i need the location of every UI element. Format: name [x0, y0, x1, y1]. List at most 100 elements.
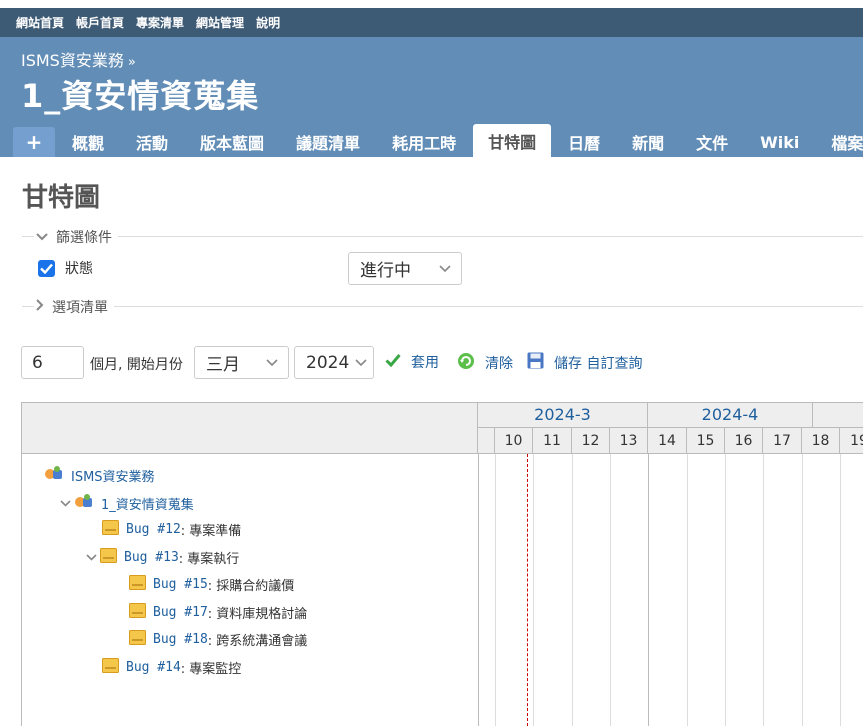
gantt-issue-item: Bug #13 : 專案執行	[84, 548, 239, 567]
tab-overview[interactable]: 概觀	[57, 127, 119, 157]
filters-divider	[22, 236, 863, 237]
issue-icon	[102, 658, 119, 677]
tab-calendar[interactable]: 日曆	[553, 127, 615, 157]
gantt-issue-subject: : 跨系統溝通會議	[207, 634, 308, 649]
gantt-grid-line	[840, 454, 841, 726]
gantt-issue-subject: : 專案執行	[178, 552, 240, 567]
gantt-issue-link[interactable]: Bug #17	[153, 605, 208, 620]
clear-button[interactable]: 清除	[457, 352, 513, 374]
top-menu-help[interactable]: 說明	[256, 14, 280, 31]
options-legend-label: 選項清單	[52, 300, 108, 316]
issue-icon	[102, 520, 119, 539]
tab-issues[interactable]: 議題清單	[281, 127, 375, 157]
gantt-issue-link[interactable]: Bug #18	[153, 632, 208, 647]
gantt-day-cell: 18	[802, 428, 840, 454]
reload-icon	[457, 352, 475, 374]
issue-icon	[129, 630, 146, 649]
gantt-day-cell: 10	[495, 428, 533, 454]
chevron-down-icon[interactable]	[58, 497, 72, 510]
gantt-project-link[interactable]: ISMS資安業務	[71, 466, 155, 485]
chevron-down-icon	[439, 262, 451, 276]
top-menu-my-page[interactable]: 帳戶首頁	[76, 14, 124, 31]
filters-legend[interactable]: 篩選條件	[34, 227, 118, 247]
gantt-grid-line	[533, 454, 534, 726]
gantt-divider	[478, 454, 479, 726]
chevron-right-icon	[36, 299, 44, 315]
tab-wiki[interactable]: Wiki	[745, 127, 814, 157]
gantt-grid-line	[572, 454, 573, 726]
tab-documents[interactable]: 文件	[681, 127, 743, 157]
gantt-grid-line	[495, 454, 496, 726]
tab-gantt[interactable]: 甘特圖	[473, 124, 552, 157]
gantt-day-cell: 16	[725, 428, 763, 454]
gantt-project-item: 1_資安情資蒐集	[58, 493, 194, 513]
top-menu-projects[interactable]: 專案清單	[136, 14, 184, 31]
gantt-issue-item: Bug #12 : 專案準備	[102, 520, 241, 539]
options-legend[interactable]: 選項清單	[34, 297, 114, 317]
gantt-issue-subject: : 專案監控	[180, 662, 242, 677]
months-input[interactable]: 6	[21, 346, 84, 379]
gantt-day-cell: 19	[850, 433, 863, 449]
gantt-issue-subject: : 資料庫規格討論	[207, 607, 308, 622]
tab-activity[interactable]: 活動	[121, 127, 183, 157]
tab-new-object[interactable]: +	[13, 127, 55, 157]
project-tabs: + 概觀 活動 版本藍圖 議題清單 耗用工時 甘特圖 日曆 新聞 文件 Wiki…	[13, 124, 863, 157]
gantt-grid-line	[802, 454, 803, 726]
start-year-select[interactable]: 2024	[294, 346, 374, 379]
start-month-select[interactable]: 三月	[194, 346, 289, 379]
start-year-value: 2024	[306, 352, 350, 373]
gantt-project-item: ISMS資安業務	[44, 465, 155, 485]
top-menu-home[interactable]: 網站首頁	[16, 14, 64, 31]
status-label: 狀態	[65, 261, 93, 277]
start-month-value: 三月	[206, 355, 240, 375]
tab-time-entries[interactable]: 耗用工時	[377, 127, 471, 157]
save-query-button[interactable]: 儲存 自訂查詢	[527, 352, 642, 373]
gantt-day-cell: 13	[610, 428, 648, 454]
gantt-today-line	[527, 454, 528, 726]
top-menu-administration[interactable]: 網站管理	[196, 14, 244, 31]
gantt-grid-line-month	[648, 454, 649, 726]
chevron-down-icon	[36, 230, 48, 245]
breadcrumb-separator: »	[127, 55, 136, 70]
tab-roadmap[interactable]: 版本藍圖	[185, 127, 279, 157]
clear-label: 清除	[485, 356, 513, 372]
chevron-down-icon[interactable]	[84, 551, 98, 564]
gantt-chart: 2024-3 2024-4 10 11 12 13 14 15 16 17 18…	[21, 402, 863, 726]
gantt-issue-link[interactable]: Bug #14	[126, 660, 181, 675]
gantt-month-cell: 2024-4	[648, 403, 813, 428]
gantt-day-cell: 14	[648, 428, 687, 454]
checkmark-icon	[385, 353, 401, 371]
gantt-issue-link[interactable]: Bug #12	[126, 522, 181, 537]
project-icon	[44, 465, 64, 485]
gantt-issue-item: Bug #17 : 資料庫規格討論	[129, 603, 307, 622]
gantt-issue-link[interactable]: Bug #15	[153, 577, 208, 592]
gantt-grid-line	[687, 454, 688, 726]
gantt-grid-line	[763, 454, 764, 726]
chevron-down-icon	[266, 356, 278, 370]
gantt-grid-line	[610, 454, 611, 726]
page-title: 甘特圖	[22, 183, 101, 213]
gantt-subjects-header	[22, 403, 478, 454]
top-menu: 網站首頁 帳戶首頁 專案清單 網站管理 說明	[0, 8, 863, 37]
status-operator-select[interactable]: 進行中	[348, 252, 462, 285]
chevron-down-icon	[355, 356, 367, 370]
months-label: 個月, 開始月份	[90, 357, 183, 373]
gantt-day-cell: 11	[533, 428, 572, 454]
gantt-month-cell: 2024-3	[478, 403, 648, 428]
tab-news[interactable]: 新聞	[617, 127, 679, 157]
gantt-day-cell-partial	[478, 428, 495, 454]
gantt-project-link[interactable]: 1_資安情資蒐集	[101, 494, 194, 513]
issue-icon	[129, 603, 146, 622]
issue-icon	[129, 575, 146, 594]
breadcrumb-parent-project[interactable]: ISMS資安業務	[21, 51, 124, 70]
project-header: ISMS資安業務» 1_資安情資蒐集 + 概觀 活動 版本藍圖 議題清單 耗用工…	[0, 37, 863, 157]
status-checkbox[interactable]	[38, 259, 55, 277]
gantt-day-cell: 12	[572, 428, 610, 454]
filters-legend-label: 篩選條件	[56, 230, 112, 246]
gantt-month-header: 2024-3 2024-4	[478, 403, 863, 428]
apply-button[interactable]: 套用	[385, 352, 439, 372]
tab-files[interactable]: 檔案清	[816, 127, 863, 157]
project-title: 1_資安情資蒐集	[21, 77, 260, 115]
gantt-issue-link[interactable]: Bug #13	[124, 550, 179, 565]
gantt-issue-item: Bug #15 : 採購合約議價	[129, 575, 294, 594]
